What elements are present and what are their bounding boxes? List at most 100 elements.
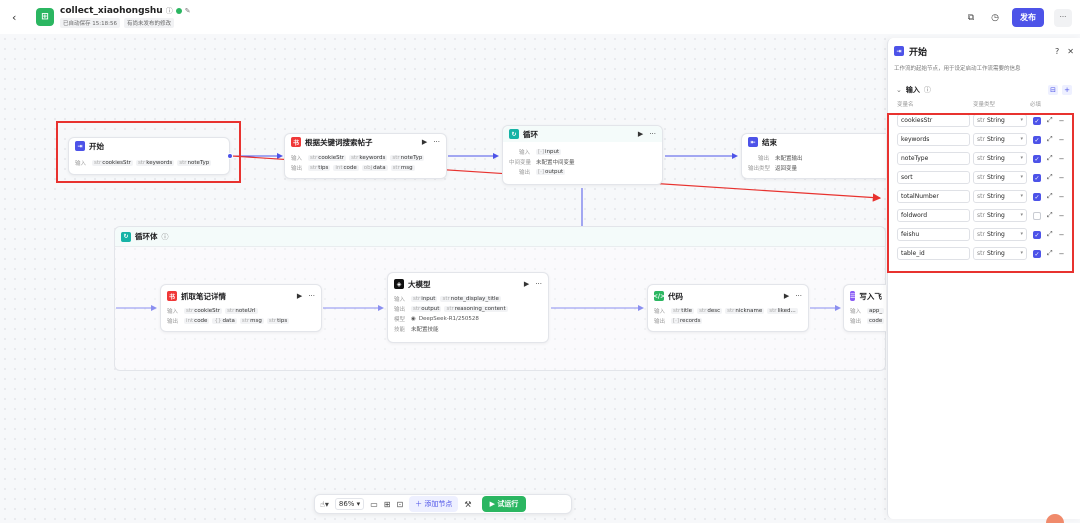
run-node-icon[interactable]: ▶ — [524, 280, 529, 288]
top-bar: ‹ ⊞ collect_xiaohongshu ⓘ ✎ 已自动保存 15:18:… — [0, 0, 1080, 34]
loop-icon: ↻ — [509, 129, 519, 139]
expand-icon[interactable]: ⤢ — [1047, 173, 1053, 182]
required-checkbox[interactable]: ✓ — [1033, 135, 1041, 144]
expand-icon[interactable]: ⤢ — [1047, 192, 1053, 201]
node-code[interactable]: </> 代码 ▶ ··· 输入 strtitle strdesc strnickn… — [647, 284, 809, 332]
required-checkbox[interactable]: ✓ — [1033, 154, 1041, 163]
zoom-select[interactable]: 86% ▾ — [334, 498, 365, 510]
variable-type-select[interactable]: str String ▾ — [973, 114, 1027, 127]
expand-icon[interactable]: ⤢ — [1047, 230, 1053, 239]
search-input-tag: strcookieStr — [308, 155, 347, 161]
expand-icon[interactable]: ⤢ — [1047, 154, 1053, 163]
expand-icon[interactable]: ⤢ — [1047, 211, 1053, 220]
add-variable-button[interactable]: + — [1062, 85, 1072, 95]
variable-row: noteType str String ▾ ✓ ⤢ − — [888, 149, 1080, 168]
loop-body-icon: ↻ — [121, 231, 131, 242]
remove-icon[interactable]: − — [1059, 212, 1065, 220]
add-node-button[interactable]: ＋ 添加节点 — [409, 496, 459, 512]
node-more-icon[interactable]: ··· — [649, 130, 656, 138]
publish-button[interactable]: 发布 — [1012, 8, 1044, 27]
node-write[interactable]: ☰ 写入飞 输入 app_ 输出 code — [843, 284, 886, 332]
search-output-tag: strtips — [308, 165, 331, 171]
expand-icon[interactable]: ⤢ — [1047, 135, 1053, 144]
chevron-down-icon[interactable]: ⌄ — [896, 86, 902, 94]
remove-icon[interactable]: − — [1059, 136, 1065, 144]
node-more-icon[interactable]: ··· — [795, 292, 802, 300]
code-input-tag: strtitle — [671, 308, 695, 314]
write-input-tag: app_ — [867, 308, 885, 314]
help-icon[interactable]: ? — [1055, 47, 1059, 56]
variable-name-field[interactable]: feishu — [897, 228, 970, 241]
debug-icon[interactable]: ⚒ — [464, 500, 471, 509]
remove-icon[interactable]: − — [1059, 155, 1065, 163]
variable-name-field[interactable]: cookiesStr — [897, 114, 970, 127]
required-checkbox[interactable]: ✓ — [1033, 192, 1041, 201]
node-loop[interactable]: ↻ 循环 ▶ ··· 输入 [·]input 中间变量 未配置中间变量 输出 [·… — [502, 125, 663, 185]
variable-name-field[interactable]: totalNumber — [897, 190, 970, 203]
required-checkbox[interactable]: ✓ — [1033, 249, 1041, 258]
variable-name-field[interactable]: table_id — [897, 247, 970, 260]
run-node-icon[interactable]: ▶ — [422, 138, 427, 146]
variable-name-field[interactable]: noteType — [897, 152, 970, 165]
xiaohongshu-icon: 书 — [291, 137, 301, 147]
remove-icon[interactable]: − — [1059, 250, 1065, 258]
edit-icon[interactable]: ✎ — [185, 7, 191, 15]
node-search[interactable]: 书 根据关键词搜索帖子 ▶ ··· 输入 strcookieStr strkeyw… — [284, 133, 447, 179]
comment-icon[interactable]: ▭ — [370, 500, 378, 509]
layout-icon[interactable]: ⊞ — [384, 500, 391, 509]
required-checkbox[interactable]: ✓ — [1033, 116, 1041, 125]
expand-icon[interactable]: ⤢ — [1047, 249, 1053, 258]
history-icon[interactable]: ◷ — [988, 13, 1002, 23]
node-start[interactable]: ⇥ 开始 输入 strcookiesStr strkeywords strnot… — [68, 137, 233, 175]
variable-type-select[interactable]: str String ▾ — [973, 190, 1027, 203]
node-search-title: 根据关键词搜索帖子 — [305, 137, 373, 147]
node-more-icon[interactable]: ··· — [308, 292, 315, 300]
run-node-icon[interactable]: ▶ — [297, 292, 302, 300]
required-checkbox[interactable]: ✓ — [1033, 230, 1041, 239]
test-run-button[interactable]: ▶ 试运行 — [481, 496, 527, 512]
node-more-icon[interactable]: ··· — [433, 138, 440, 146]
copy-icon[interactable]: ⧉ — [964, 13, 978, 23]
expand-icon[interactable]: ⤢ — [1047, 116, 1053, 125]
variable-row: table_id str String ▾ ✓ ⤢ − — [888, 244, 1080, 263]
variable-type-select[interactable]: str String ▾ — [973, 228, 1027, 241]
variable-type-select[interactable]: str String ▾ — [973, 247, 1027, 260]
remove-icon[interactable]: − — [1059, 117, 1065, 125]
remove-icon[interactable]: − — [1059, 193, 1065, 201]
code-icon: </> — [652, 291, 666, 301]
title-block: collect_xiaohongshu ⓘ ✎ 已自动保存 15:18:56 有… — [60, 6, 191, 28]
workflow-title: collect_xiaohongshu — [60, 6, 163, 16]
close-icon[interactable]: ✕ — [1067, 47, 1074, 56]
node-end[interactable]: ⇤ 结束 输出 未配置输出 输出类型 返回变量 — [741, 133, 886, 179]
node-end-out-value: 未配置输出 — [775, 156, 803, 162]
search-output-tag: strmsg — [390, 165, 415, 171]
info-icon[interactable]: ⓘ — [162, 232, 169, 242]
info-icon[interactable]: ⓘ — [924, 85, 931, 95]
search-output-tag: objdata — [361, 165, 388, 171]
variable-type-select[interactable]: str String ▾ — [973, 133, 1027, 146]
node-more-icon[interactable]: ··· — [535, 280, 542, 288]
variable-name-field[interactable]: foldword — [897, 209, 970, 222]
required-checkbox[interactable]: ✓ — [1033, 173, 1041, 182]
more-button[interactable]: ··· — [1054, 8, 1072, 27]
required-checkbox[interactable] — [1033, 211, 1041, 220]
run-node-icon[interactable]: ▶ — [784, 292, 789, 300]
variable-type-select[interactable]: str String ▾ — [973, 171, 1027, 184]
output-port[interactable] — [227, 153, 233, 159]
remove-icon[interactable]: − — [1059, 231, 1065, 239]
run-node-icon[interactable]: ▶ — [638, 130, 643, 138]
import-icon[interactable]: ⊟ — [1048, 85, 1058, 95]
variable-type-select[interactable]: str String ▾ — [973, 152, 1027, 165]
minimap-icon[interactable]: ⊡ — [396, 500, 403, 509]
variable-name-field[interactable]: sort — [897, 171, 970, 184]
info-icon[interactable]: ⓘ — [166, 6, 173, 16]
xiaohongshu-icon: 书 — [167, 291, 177, 301]
pointer-mode-icon[interactable]: ☝▾ — [320, 500, 329, 509]
write-output-tag: code — [867, 318, 885, 324]
remove-icon[interactable]: − — [1059, 174, 1065, 182]
variable-name-field[interactable]: keywords — [897, 133, 970, 146]
back-button[interactable]: ‹ — [12, 11, 24, 24]
variable-type-select[interactable]: str String ▾ — [973, 209, 1027, 222]
node-detail[interactable]: 书 抓取笔记详情 ▶ ··· 输入 strcookieStr strnoteUrl… — [160, 284, 322, 332]
node-llm[interactable]: ◈ 大模型 ▶ ··· 输入 strinput strnote_display_t… — [387, 272, 549, 343]
